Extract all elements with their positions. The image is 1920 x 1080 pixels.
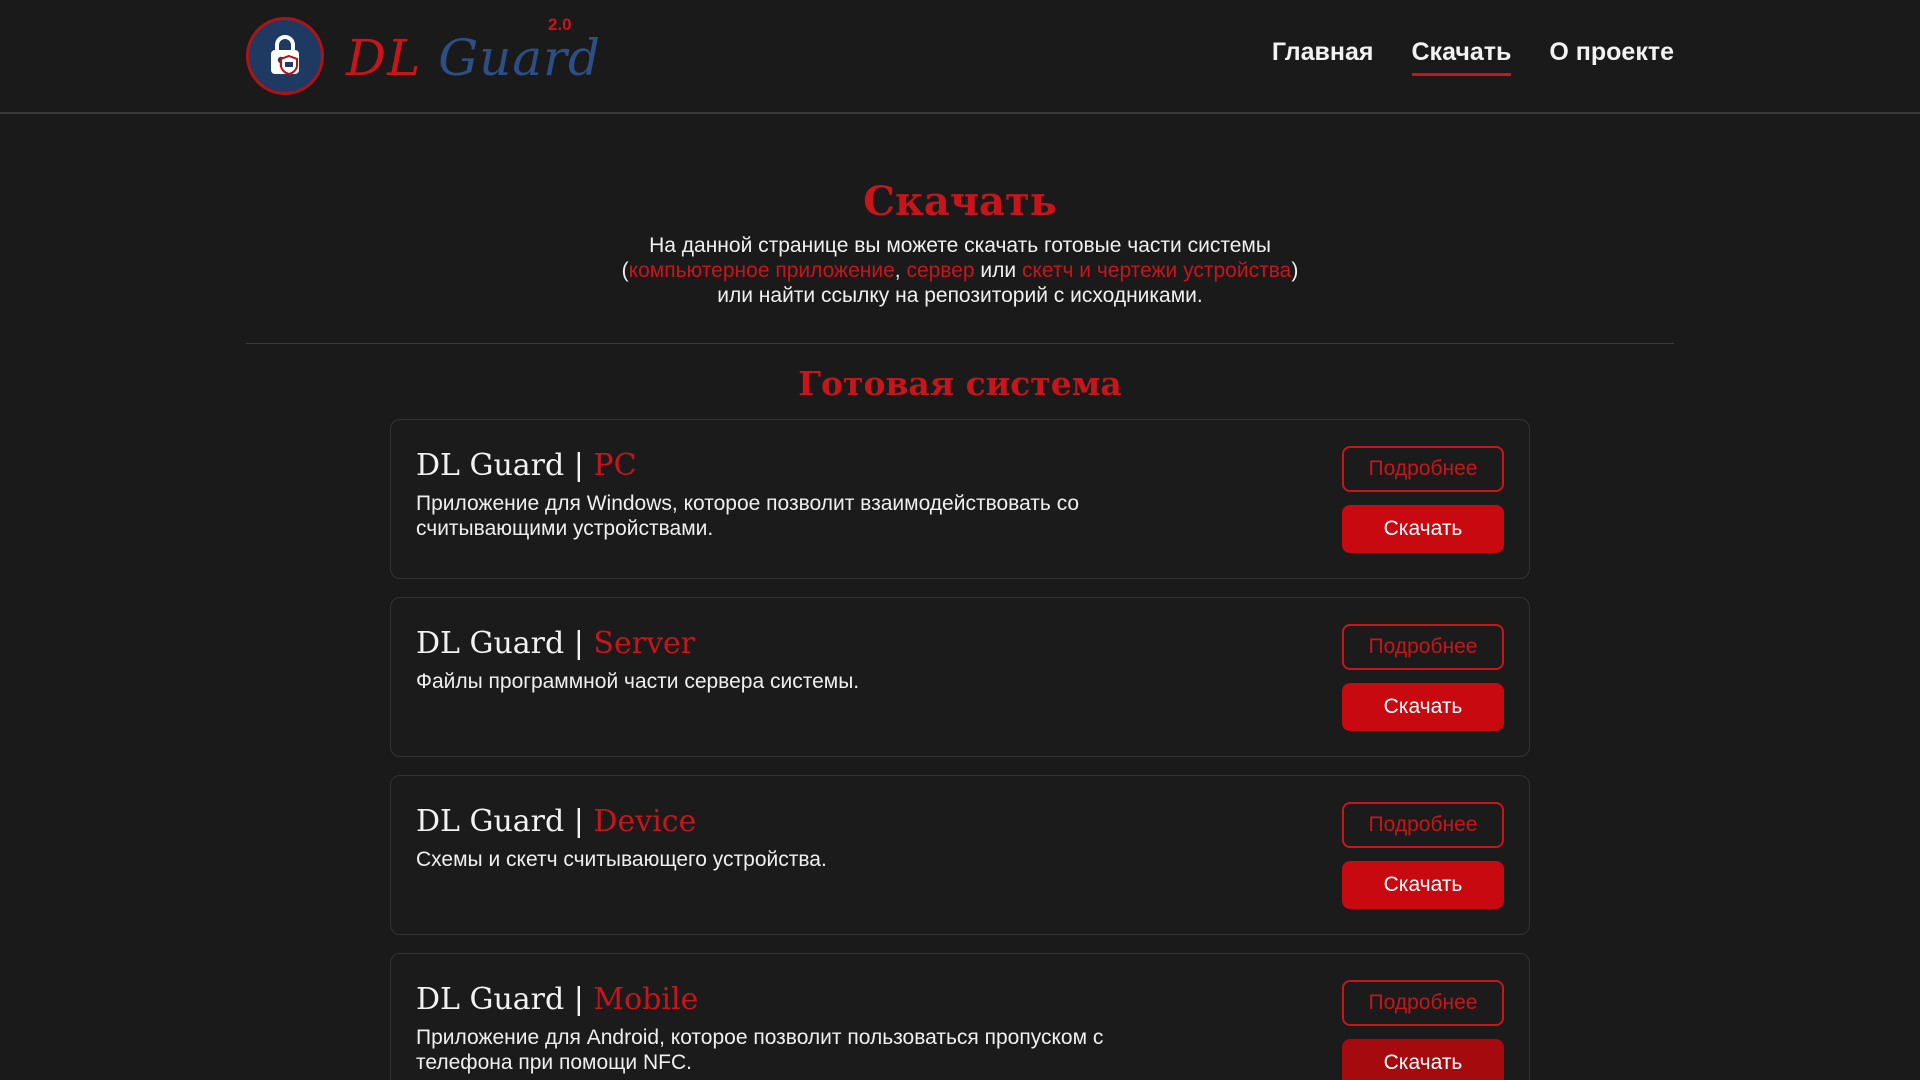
card-title: DL Guard | Server — [416, 626, 695, 661]
card-device: DL Guard | Device Схемы и скетч считываю… — [390, 775, 1530, 935]
intro-section: Скачать На данной странице вы можете ска… — [0, 178, 1920, 308]
card-description: Файлы программной части сервера системы. — [416, 670, 860, 693]
or-text: или — [974, 259, 1022, 282]
link-app[interactable]: компьютерное приложение — [629, 259, 895, 282]
version-badge: 2.0 — [548, 15, 572, 34]
card-description: Схемы и скетч считывающего устройства. — [416, 848, 827, 871]
intro-line-2: (компьютерное приложение, сервер или ске… — [0, 258, 1920, 283]
intro-line-1: На данной странице вы можете скачать гот… — [649, 234, 1271, 257]
logo-wordmark: DL Guard — [346, 29, 601, 87]
logo-dl-text: DL — [346, 29, 422, 87]
card-description: Приложение для Android, которое позволит… — [416, 1026, 1104, 1074]
nav-download[interactable]: Скачать — [1411, 38, 1512, 76]
intro-text: На данной странице вы можете скачать гот… — [0, 233, 1920, 308]
details-button[interactable]: Подробнее — [1342, 802, 1504, 848]
card-pc: DL Guard | PC Приложение для Windows, ко… — [390, 419, 1530, 579]
details-button[interactable]: Подробнее — [1342, 624, 1504, 670]
open-paren: ( — [621, 259, 629, 282]
details-button[interactable]: Подробнее — [1342, 446, 1504, 492]
main-nav: Главная Скачать О проекте — [1272, 38, 1674, 76]
card-separator: | — [564, 804, 594, 839]
card-title: DL Guard | PC — [416, 448, 637, 483]
card-description: Приложение для Windows, которое позволит… — [416, 492, 1080, 540]
card-brand: DL Guard — [416, 982, 565, 1017]
card-server: DL Guard | Server Файлы программной част… — [390, 597, 1530, 757]
card-brand: DL Guard — [416, 448, 565, 483]
download-button[interactable]: Скачать — [1342, 861, 1504, 909]
card-name: Device — [593, 804, 697, 839]
section-divider — [246, 343, 1674, 344]
card-title: DL Guard | Mobile — [416, 982, 698, 1017]
nav-home[interactable]: Главная — [1272, 38, 1374, 76]
logo-guard-text: Guard — [438, 29, 602, 87]
card-name: Server — [593, 626, 696, 661]
card-brand: DL Guard — [416, 626, 565, 661]
download-button[interactable]: Скачать — [1342, 1039, 1504, 1080]
link-sketch[interactable]: скетч и чертежи устройства — [1022, 259, 1291, 282]
card-name: PC — [593, 448, 637, 483]
card-brand: DL Guard — [416, 804, 565, 839]
card-title: DL Guard | Device — [416, 804, 696, 839]
card-separator: | — [564, 982, 594, 1017]
card-separator: | — [564, 626, 594, 661]
download-button[interactable]: Скачать — [1342, 683, 1504, 731]
lock-shield-icon — [246, 17, 324, 95]
page-title: Скачать — [863, 178, 1057, 225]
intro-line-3: или найти ссылку на репозиторий с исходн… — [717, 284, 1203, 307]
link-server[interactable]: сервер — [906, 259, 974, 282]
card-mobile: DL Guard | Mobile Приложение для Android… — [390, 953, 1530, 1080]
comma: , — [894, 259, 907, 282]
card-name: Mobile — [593, 982, 699, 1017]
card-separator: | — [564, 448, 594, 483]
close-paren: ) — [1291, 259, 1299, 282]
nav-about[interactable]: О проекте — [1549, 38, 1674, 76]
download-button[interactable]: Скачать — [1342, 505, 1504, 553]
section-title: Готовая система — [798, 364, 1122, 403]
details-button[interactable]: Подробнее — [1342, 980, 1504, 1026]
site-header: DL Guard 2.0 Главная Скачать О проекте — [0, 0, 1920, 114]
